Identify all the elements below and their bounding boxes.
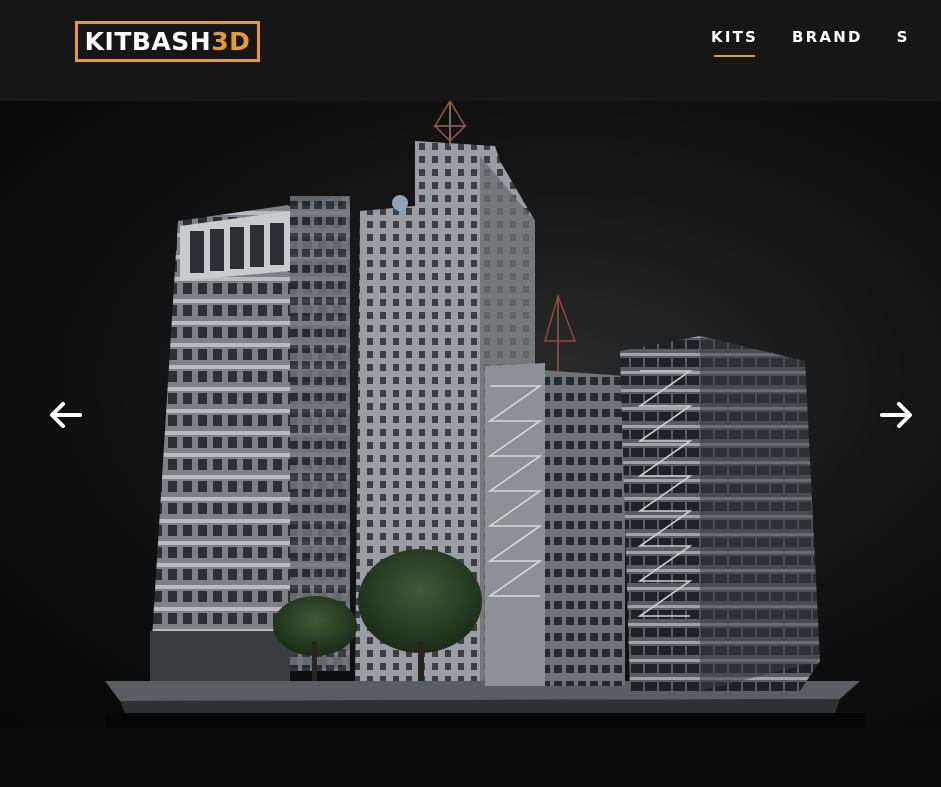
nav-item-brand[interactable]: BRAND [792, 28, 863, 58]
site-header: KITBASH 3D KITS BRAND S [0, 0, 941, 101]
below-hero-strip [0, 728, 941, 787]
hero-building-render [105, 101, 865, 728]
hero-carousel [0, 101, 941, 728]
arrow-right-icon [880, 402, 912, 428]
nav-item-s[interactable]: S [897, 28, 910, 58]
carousel-prev-button[interactable] [48, 401, 88, 441]
kitbash3d-logo[interactable]: KITBASH 3D [75, 21, 260, 62]
main-nav: KITS BRAND S [711, 28, 941, 58]
carousel-next-button[interactable] [880, 401, 920, 441]
arrow-left-icon [50, 402, 82, 428]
logo-text-accent: 3D [211, 27, 251, 56]
nav-item-kits[interactable]: KITS [711, 28, 758, 58]
logo-text-main: KITBASH [84, 27, 212, 56]
